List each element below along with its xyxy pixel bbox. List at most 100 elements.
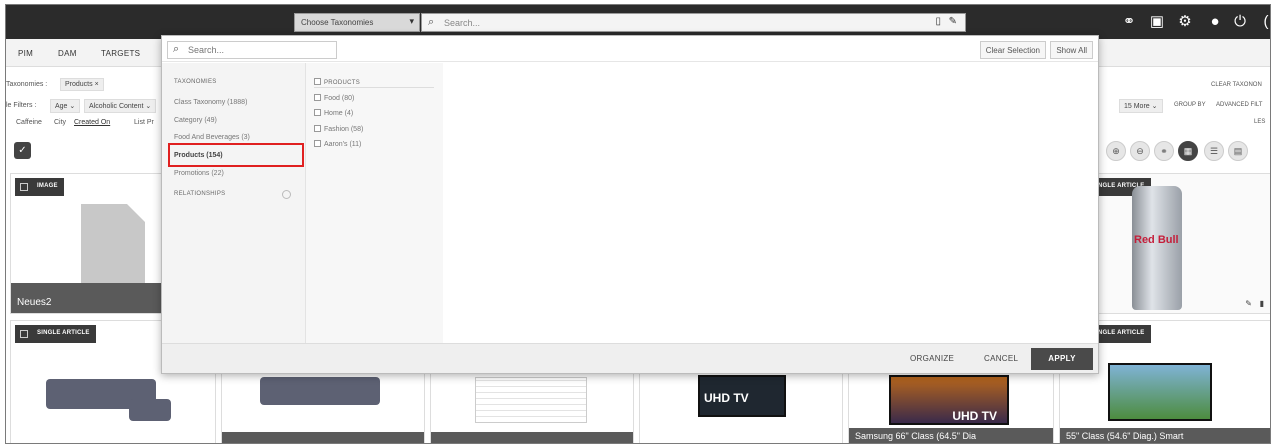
apply-button[interactable]: APPLY (1031, 348, 1093, 370)
filter-city[interactable]: City (54, 119, 66, 126)
card-type-badge: IMAGE (15, 178, 64, 196)
zoom-in-icon[interactable]: ⊕ (1106, 141, 1126, 161)
filter-created-on[interactable]: Created On (74, 119, 110, 126)
asset-card[interactable]: NGLE ARTICLE Red Bull ✎ ▮ (1091, 173, 1270, 314)
checkbox[interactable] (314, 125, 321, 132)
product-image: Red Bull (1132, 186, 1182, 310)
taxonomies-column: TAXONOMIES Class Taxonomy (1888) Categor… (162, 63, 305, 344)
taxonomy-item-category[interactable]: Category (49) (174, 117, 217, 124)
divider (314, 87, 434, 88)
show-all-button[interactable]: Show All (1050, 41, 1093, 59)
more-icon[interactable]: ( (1256, 12, 1270, 32)
tab-pim[interactable]: PIM (18, 49, 33, 58)
bookmark-icon[interactable]: ▯ (935, 16, 941, 27)
empty-column-area (443, 63, 1098, 344)
tv-image: UHD TV (889, 375, 1009, 425)
card-type-badge: NGLE ARTICLE (1092, 325, 1151, 343)
bike-icon[interactable]: ⚭ (1119, 12, 1139, 32)
zoom-out-icon[interactable]: ⊖ (1130, 141, 1150, 161)
ottoman-image (129, 399, 171, 421)
pin-icon[interactable]: ✎ (949, 16, 957, 27)
taxonomy-select-label: Choose Taxonomies (301, 18, 374, 27)
les-link[interactable]: LES (1254, 119, 1265, 125)
card-footer (222, 432, 424, 443)
calendar-icon[interactable]: ▣ (1147, 12, 1167, 32)
products-header-label: PRODUCTS (324, 80, 361, 86)
clear-taxonomy-link[interactable]: CLEAR TAXONON (1211, 82, 1262, 88)
product-item-label: Aaron's (11) (324, 141, 362, 148)
tab-targets[interactable]: TARGETS (101, 49, 140, 58)
checkbox[interactable] (314, 94, 321, 101)
filter-list-price[interactable]: List Pr (134, 119, 154, 126)
taxonomy-search-input[interactable]: ⌕ Search... (167, 41, 337, 59)
tv-image: UHD TV (698, 375, 786, 417)
gear-icon[interactable]: ⚙ (1175, 12, 1195, 32)
taxonomies-header: TAXONOMIES (174, 79, 217, 85)
card-title: Samsung 66" Class (64.5" Dia (849, 428, 1053, 443)
taxonomy-item-promotions[interactable]: Promotions (22) (174, 170, 224, 177)
list-view-icon[interactable]: ☰ (1204, 141, 1224, 161)
more-filters-select[interactable]: 15 More ⌄ (1119, 99, 1163, 113)
product-item-label: Home (4) (324, 110, 354, 117)
card-type-badge: SINGLE ARTICLE (15, 325, 96, 343)
filter-alcohol-label: Alcoholic Content (89, 103, 144, 110)
product-item-home[interactable]: Home (4) (314, 109, 353, 117)
tab-dam[interactable]: DAM (58, 49, 77, 58)
card-type-label: IMAGE (37, 183, 58, 189)
avatar-icon[interactable]: ● (1205, 12, 1225, 32)
filter-age[interactable]: Age ⌄ (50, 99, 81, 113)
calendar-view-icon[interactable]: ▤ (1228, 141, 1248, 161)
filter-alcohol[interactable]: Alcoholic Content ⌄ (84, 99, 157, 113)
clear-selection-button[interactable]: Clear Selection (979, 41, 1046, 59)
sofa-image (260, 377, 380, 405)
taxonomy-item-food-beverages[interactable]: Food And Beverages (3) (174, 134, 250, 141)
filter-caffeine[interactable]: Caffeine (16, 119, 42, 126)
taxonomy-chip[interactable]: Products × (60, 78, 104, 91)
relationships-toggle-icon[interactable] (282, 190, 291, 199)
search-icon: ⌕ (428, 16, 435, 28)
power-icon[interactable]: ⏻ (1230, 12, 1250, 32)
tv-label: UHD TV (704, 391, 749, 405)
close-icon[interactable]: × (95, 81, 99, 88)
chevron-down-icon: ▾ (409, 16, 414, 26)
top-bar: Choose Taxonomies ▾ ⌕ Search... ▯ ✎ ⚭ ▣ … (6, 5, 1270, 39)
checkbox[interactable] (314, 78, 321, 85)
product-item-label: Fashion (58) (324, 126, 364, 133)
card-title: 55" Class (54.6" Diag.) Smart (1060, 428, 1270, 443)
image-placeholder-icon (81, 204, 145, 286)
select-all-checkbox[interactable]: ✓ (14, 142, 31, 159)
bike-view-icon[interactable]: ⚭ (1154, 141, 1174, 161)
card-checkbox[interactable] (20, 330, 28, 338)
taxonomy-chip-label: Products (65, 81, 93, 88)
organize-button[interactable]: ORGANIZE (910, 354, 954, 363)
product-item-food[interactable]: Food (80) (314, 94, 354, 102)
taxonomy-search-placeholder: Search... (188, 45, 225, 55)
products-column: PRODUCTS Food (80) Home (4) Fashion (58)… (305, 63, 443, 344)
card-type-label: NGLE ARTICLE (1098, 330, 1145, 336)
group-by-link[interactable]: GROUP BY (1174, 102, 1206, 108)
taxonomy-item-class[interactable]: Class Taxonomy (1888) (174, 99, 247, 106)
grid-view-icon[interactable]: ▦ (1178, 141, 1198, 161)
global-search-input[interactable]: ⌕ Search... ▯ ✎ (421, 13, 966, 32)
product-item-fashion[interactable]: Fashion (58) (314, 125, 363, 133)
card-footer (431, 432, 633, 443)
selection-highlight (168, 143, 304, 167)
taxonomies-label: Taxonomies : (6, 81, 48, 88)
taxonomy-panel: ⌕ Search... Clear Selection Show All TAX… (161, 35, 1099, 374)
products-header[interactable]: PRODUCTS (314, 78, 360, 86)
relationships-header[interactable]: RELATIONSHIPS (174, 191, 225, 197)
app-window: Choose Taxonomies ▾ ⌕ Search... ▯ ✎ ⚭ ▣ … (5, 4, 1271, 444)
taxonomy-select[interactable]: Choose Taxonomies ▾ (294, 13, 420, 32)
advanced-filter-link[interactable]: ADVANCED FILT (1216, 102, 1262, 108)
product-item-aarons[interactable]: Aaron's (11) (314, 140, 361, 148)
tv-image (1108, 363, 1212, 421)
tv-label: UHD TV (952, 409, 997, 423)
delete-icon[interactable]: ▮ (1260, 299, 1264, 308)
checkbox[interactable] (314, 140, 321, 147)
card-checkbox[interactable] (20, 183, 28, 191)
pin-icon[interactable]: ✎ (1245, 299, 1252, 308)
checkbox[interactable] (314, 109, 321, 116)
cancel-button[interactable]: CANCEL (984, 354, 1018, 363)
search-icon: ⌕ (173, 43, 180, 55)
can-label: Red Bull (1134, 234, 1179, 246)
